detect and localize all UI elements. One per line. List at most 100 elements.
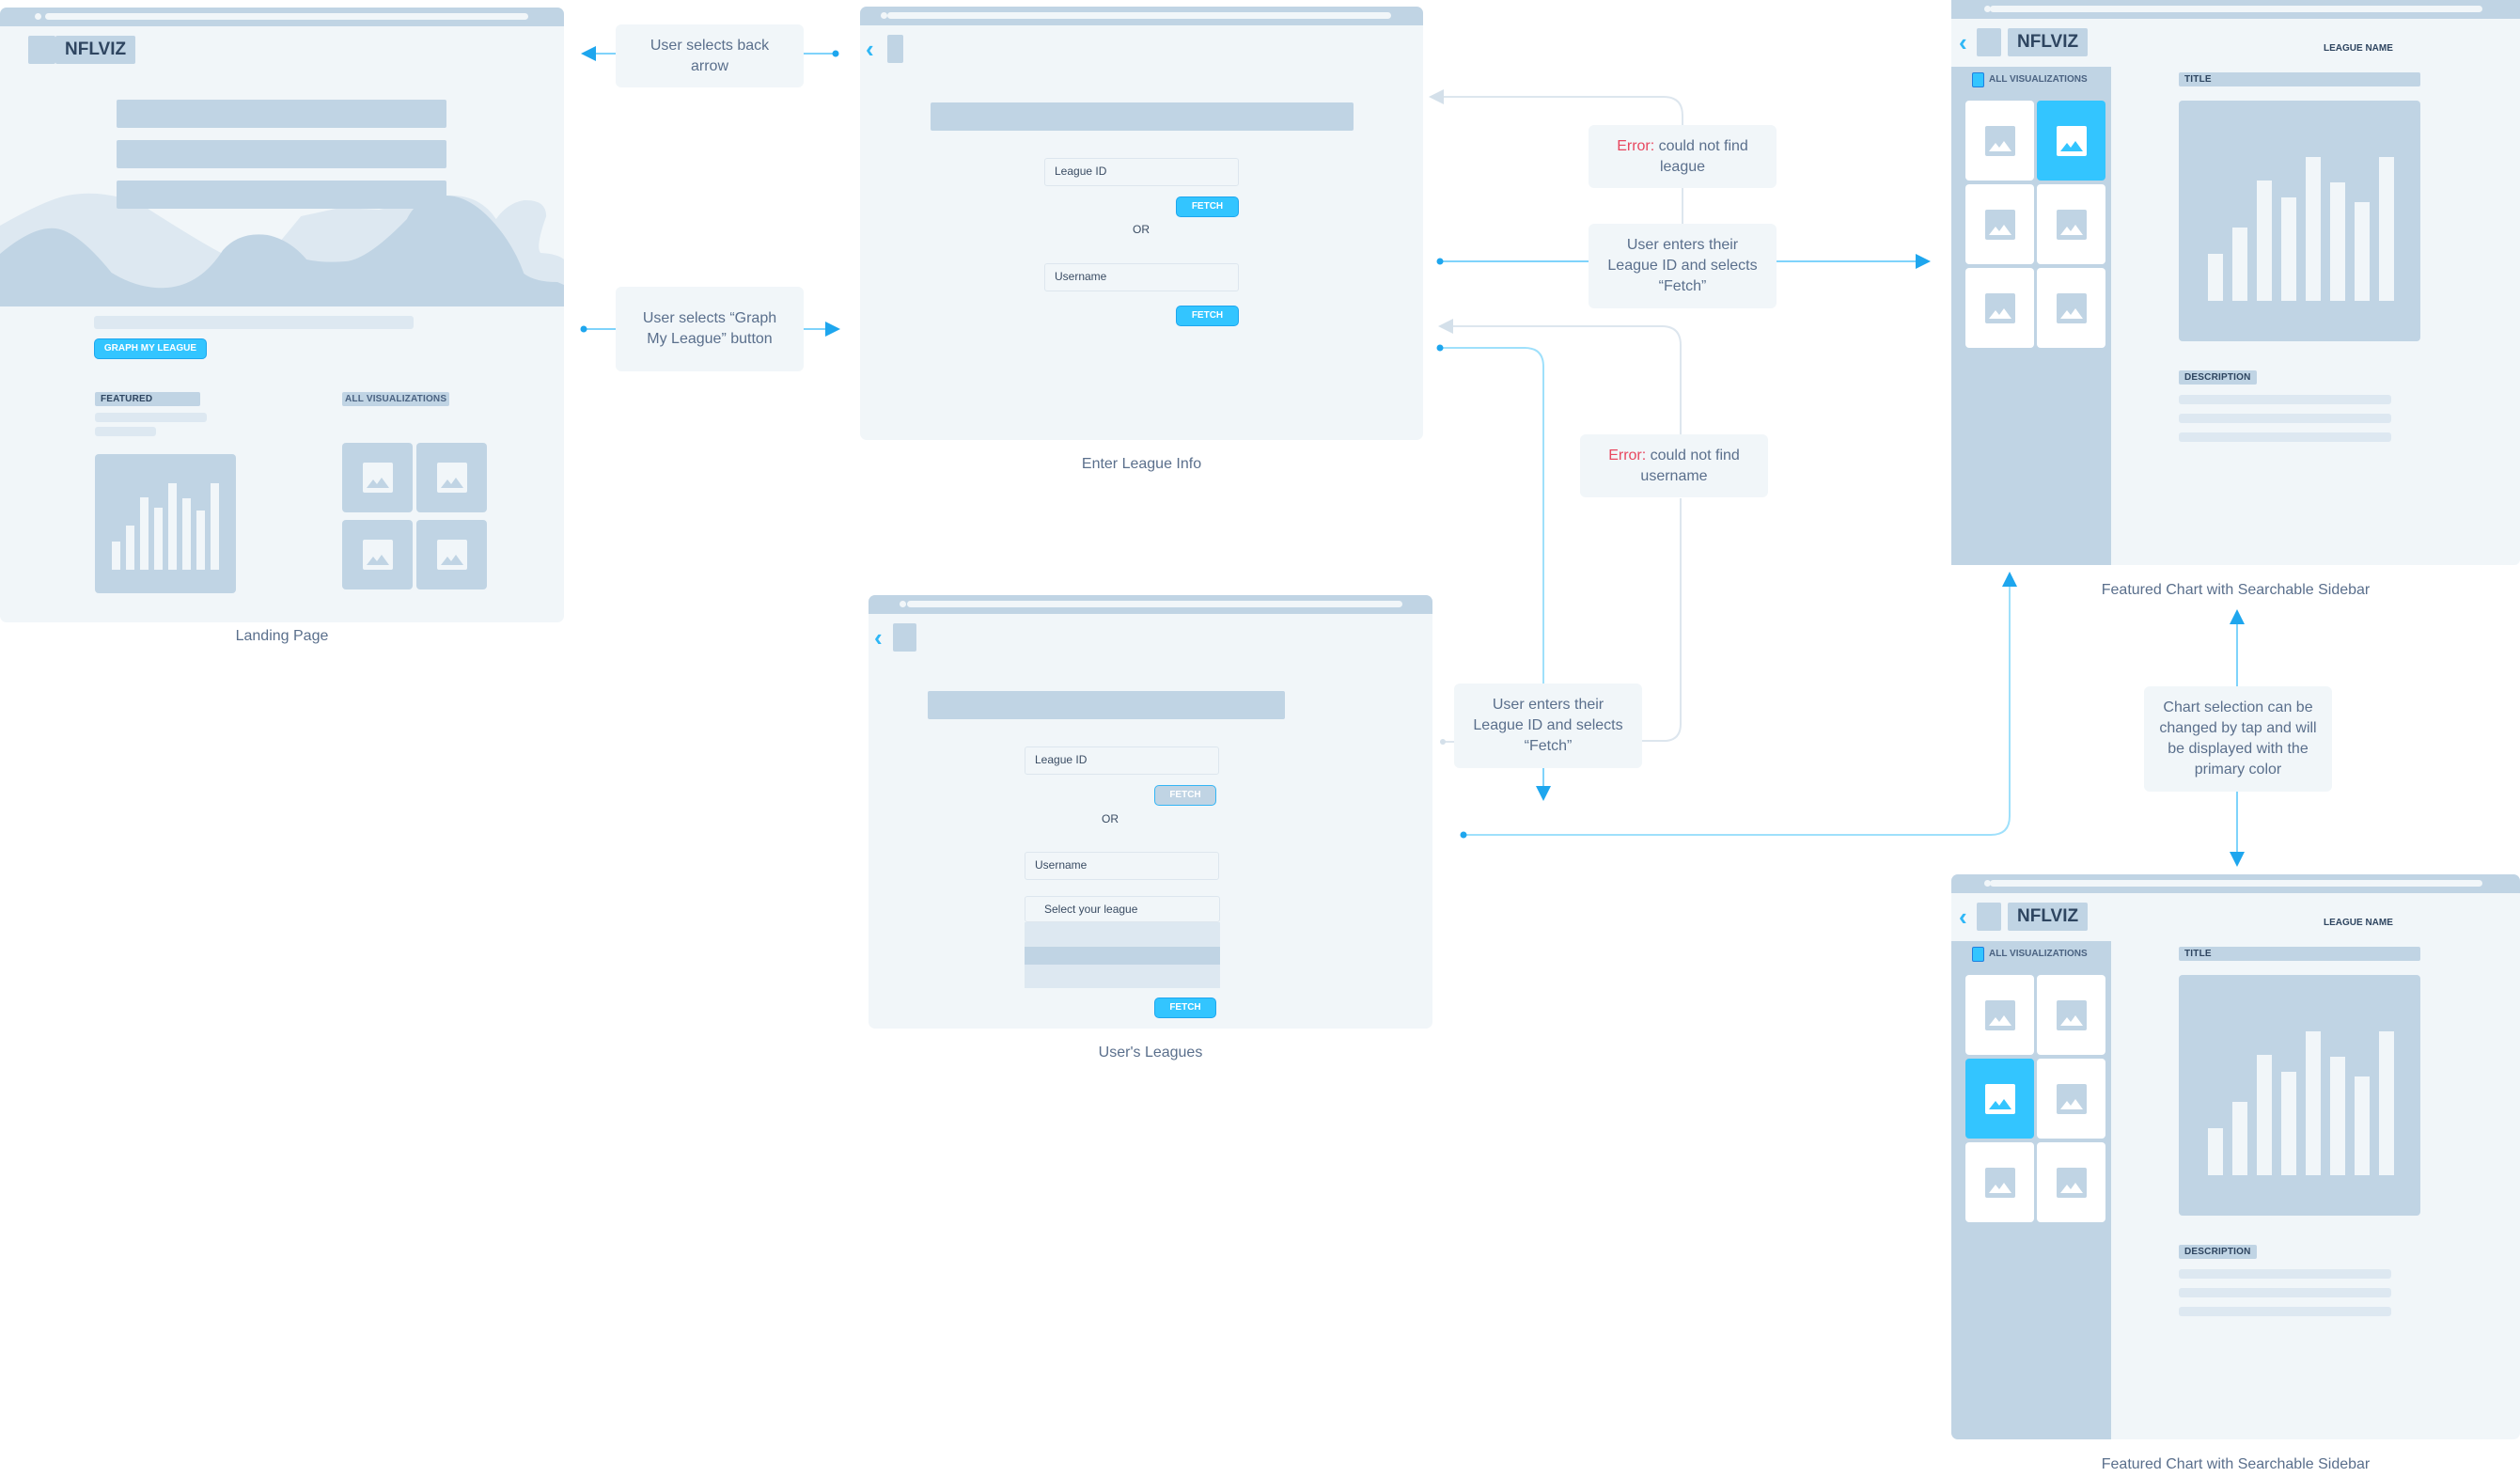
viz-thumbnail[interactable] xyxy=(342,520,413,589)
image-icon xyxy=(1984,1167,2015,1198)
viz-thumbnail-selected[interactable] xyxy=(2037,101,2105,181)
featured-chart[interactable] xyxy=(95,454,236,593)
users-leagues-frame: ‹ League ID FETCH OR Username Select you… xyxy=(869,595,1432,1029)
viz-thumbnail[interactable] xyxy=(1965,268,2034,348)
description-line xyxy=(2179,1269,2391,1279)
featured-chart-frame-1: ‹ NFLVIZ LEAGUE NAME ALL VISUALIZATIONS … xyxy=(1951,0,2520,565)
image-icon xyxy=(362,540,393,570)
viz-thumbnail[interactable] xyxy=(1965,1142,2034,1222)
chart-bar xyxy=(211,482,219,570)
image-icon xyxy=(2056,1083,2087,1114)
chart-bar xyxy=(140,496,149,570)
league-option[interactable] xyxy=(1025,922,1220,947)
featured-chart xyxy=(2179,975,2420,1216)
featured-label: FEATURED xyxy=(95,392,200,406)
viz-thumbnail-selected[interactable] xyxy=(1965,1059,2034,1139)
viz-thumbnail[interactable] xyxy=(342,443,413,512)
featured-chart-caption-1: Featured Chart with Searchable Sidebar xyxy=(2101,582,2371,598)
viz-thumbnail[interactable] xyxy=(2037,975,2105,1055)
enter-league-caption: Enter League Info xyxy=(1081,456,1202,472)
back-arrow-icon[interactable]: ‹ xyxy=(874,623,883,652)
league-id-input[interactable]: League ID xyxy=(1044,158,1239,186)
sidebar-label: ALL VISUALIZATIONS xyxy=(1989,949,2088,959)
viz-thumbnail[interactable] xyxy=(1965,101,2034,181)
landing-page-frame: NFLVIZ GRAPH MY LEAGUE FEATURED ALL VISU… xyxy=(0,8,564,622)
viz-thumbnail[interactable] xyxy=(2037,184,2105,264)
league-name-label: LEAGUE NAME xyxy=(2324,43,2393,54)
logo-mark xyxy=(1977,28,2001,56)
chart-bar xyxy=(2330,1056,2345,1175)
viz-thumbnail[interactable] xyxy=(416,443,487,512)
league-id-input[interactable]: League ID xyxy=(1025,746,1219,775)
hero-title-line-3 xyxy=(117,181,446,209)
image-icon xyxy=(1984,1083,2015,1114)
or-separator: OR xyxy=(1133,223,1150,236)
logo-mark xyxy=(1977,903,2001,931)
chart-bar xyxy=(2281,1071,2296,1175)
logo-text: NFLVIZ xyxy=(2008,28,2089,56)
note-error-username: Error: could not find username xyxy=(1580,434,1768,497)
description-line xyxy=(2179,1307,2391,1316)
back-arrow-icon[interactable]: ‹ xyxy=(1959,28,1967,56)
chart-bar xyxy=(2281,196,2296,301)
all-visualizations-checkbox[interactable] xyxy=(1972,72,1984,87)
back-arrow-icon[interactable]: ‹ xyxy=(1959,903,1967,931)
connector-error-username xyxy=(1438,319,1682,434)
fetch-username-button[interactable]: FETCH xyxy=(1176,306,1239,326)
viz-thumbnail[interactable] xyxy=(2037,1059,2105,1139)
username-input[interactable]: Username xyxy=(1025,852,1219,880)
image-icon xyxy=(2056,292,2087,323)
note-chart-selection: Chart selection can be changed by tap an… xyxy=(2144,686,2332,792)
visualizations-sidebar: ALL VISUALIZATIONS xyxy=(1951,941,2111,1439)
chart-bar xyxy=(2379,1030,2394,1175)
featured-chart-caption-2: Featured Chart with Searchable Sidebar xyxy=(2101,1456,2371,1472)
image-icon xyxy=(2056,209,2087,240)
viz-thumbnail[interactable] xyxy=(2037,268,2105,348)
chart-bar xyxy=(2208,1128,2223,1175)
chart-bar xyxy=(2330,181,2345,301)
viz-thumbnail[interactable] xyxy=(2037,1142,2105,1222)
chart-bar xyxy=(2306,156,2321,301)
sidebar-label: ALL VISUALIZATIONS xyxy=(1989,74,2088,85)
description-label: DESCRIPTION xyxy=(2179,370,2257,385)
chart-bar xyxy=(2232,227,2247,301)
page-heading-placeholder xyxy=(931,102,1354,131)
viz-thumbnail[interactable] xyxy=(1965,975,2034,1055)
chart-bar xyxy=(2257,1054,2272,1175)
username-input[interactable]: Username xyxy=(1044,263,1239,291)
all-visualizations-checkbox[interactable] xyxy=(1972,947,1984,962)
featured-chart-frame-2: ‹ NFLVIZ LEAGUE NAME ALL VISUALIZATIONS … xyxy=(1951,874,2520,1439)
chart-title-label: TITLE xyxy=(2179,947,2420,961)
note-graph-button: User selects “Graph My League” button xyxy=(616,287,804,371)
image-icon xyxy=(362,463,393,493)
all-visualizations-label: ALL VISUALIZATIONS xyxy=(342,392,450,406)
or-separator: OR xyxy=(1102,812,1119,825)
description-line xyxy=(2179,432,2391,442)
featured-text-line-1 xyxy=(95,413,207,422)
league-option[interactable] xyxy=(1025,965,1220,988)
viz-thumbnail[interactable] xyxy=(416,520,487,589)
viz-thumbnail[interactable] xyxy=(1965,184,2034,264)
fetch-league-button-disabled[interactable]: FETCH xyxy=(1154,785,1216,806)
chart-bar xyxy=(2379,156,2394,301)
connector-error-league xyxy=(1429,89,1683,125)
back-arrow-icon[interactable]: ‹ xyxy=(866,35,874,63)
hero-title-line-2 xyxy=(117,140,446,168)
fetch-league-button[interactable]: FETCH xyxy=(1176,196,1239,217)
note-error-league: Error: could not find league xyxy=(1589,125,1777,188)
graph-my-league-button[interactable]: GRAPH MY LEAGUE xyxy=(94,338,207,359)
league-select[interactable]: Select your league xyxy=(1025,896,1220,922)
chart-bar xyxy=(182,498,191,570)
league-name-label: LEAGUE NAME xyxy=(2324,918,2393,928)
fetch-selected-league-button[interactable]: FETCH xyxy=(1154,998,1216,1018)
chart-bar xyxy=(2355,1076,2370,1175)
league-option-highlighted[interactable] xyxy=(1025,947,1220,965)
chart-bar xyxy=(2232,1101,2247,1175)
note-enters-league-2: User enters their League ID and selects … xyxy=(1454,684,1642,768)
image-icon xyxy=(436,463,467,493)
chart-bar xyxy=(2355,201,2370,301)
hero-subtitle xyxy=(94,316,414,329)
chart-bar xyxy=(2257,180,2272,301)
browser-bar xyxy=(860,7,1423,25)
image-icon xyxy=(2056,999,2087,1030)
